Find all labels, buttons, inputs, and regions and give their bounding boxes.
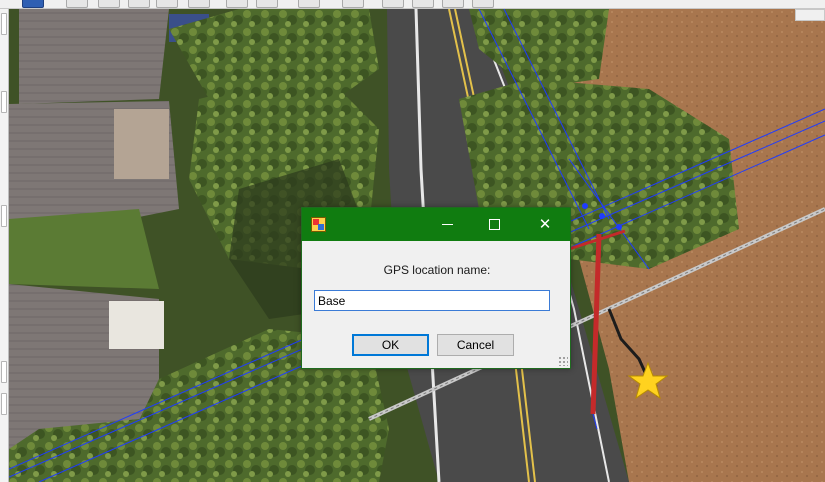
minimize-button[interactable] — [424, 208, 470, 241]
close-icon: ✕ — [538, 215, 552, 233]
terrain-icon[interactable] — [256, 0, 278, 8]
maximize-icon — [488, 219, 500, 230]
view-3-icon[interactable] — [442, 0, 464, 8]
gps-location-dialog: ✕ GPS location name: OK Cancel — [301, 207, 571, 369]
house-roof — [19, 9, 169, 104]
layer-icon[interactable] — [128, 0, 150, 8]
person-icon[interactable] — [342, 0, 364, 8]
dialog-prompt: GPS location name: — [383, 263, 491, 277]
globe-icon[interactable] — [226, 0, 248, 8]
cancel-button[interactable]: Cancel — [437, 334, 514, 356]
view-2-icon[interactable] — [412, 0, 434, 8]
dialog-titlebar[interactable]: ✕ — [302, 208, 570, 241]
measure-2-icon[interactable] — [188, 0, 210, 8]
select-icon[interactable] — [98, 0, 120, 8]
left-panel-tab[interactable] — [1, 91, 7, 113]
measure-icon[interactable] — [156, 0, 178, 8]
left-panel-tab[interactable] — [1, 361, 7, 383]
left-panel-tab[interactable] — [1, 13, 7, 35]
map-corner-control[interactable] — [795, 9, 825, 21]
marker-icon[interactable] — [298, 0, 320, 8]
top-toolbar — [0, 0, 825, 9]
close-button[interactable]: ✕ — [522, 208, 568, 241]
maximize-button[interactable] — [471, 208, 517, 241]
left-panel-tab[interactable] — [1, 393, 7, 415]
app-window: ✕ GPS location name: OK Cancel — [0, 0, 825, 482]
app-icon — [311, 217, 326, 232]
resize-grip[interactable] — [558, 356, 568, 366]
layout-icon[interactable] — [22, 0, 44, 8]
gps-location-name-input[interactable] — [314, 290, 550, 311]
view-1-icon[interactable] — [382, 0, 404, 8]
minimize-icon — [441, 224, 453, 225]
left-side-panel — [0, 9, 9, 482]
pan-icon[interactable] — [66, 0, 88, 8]
view-4-icon[interactable] — [472, 0, 494, 8]
left-panel-tab[interactable] — [1, 205, 7, 227]
ok-button[interactable]: OK — [352, 334, 429, 356]
